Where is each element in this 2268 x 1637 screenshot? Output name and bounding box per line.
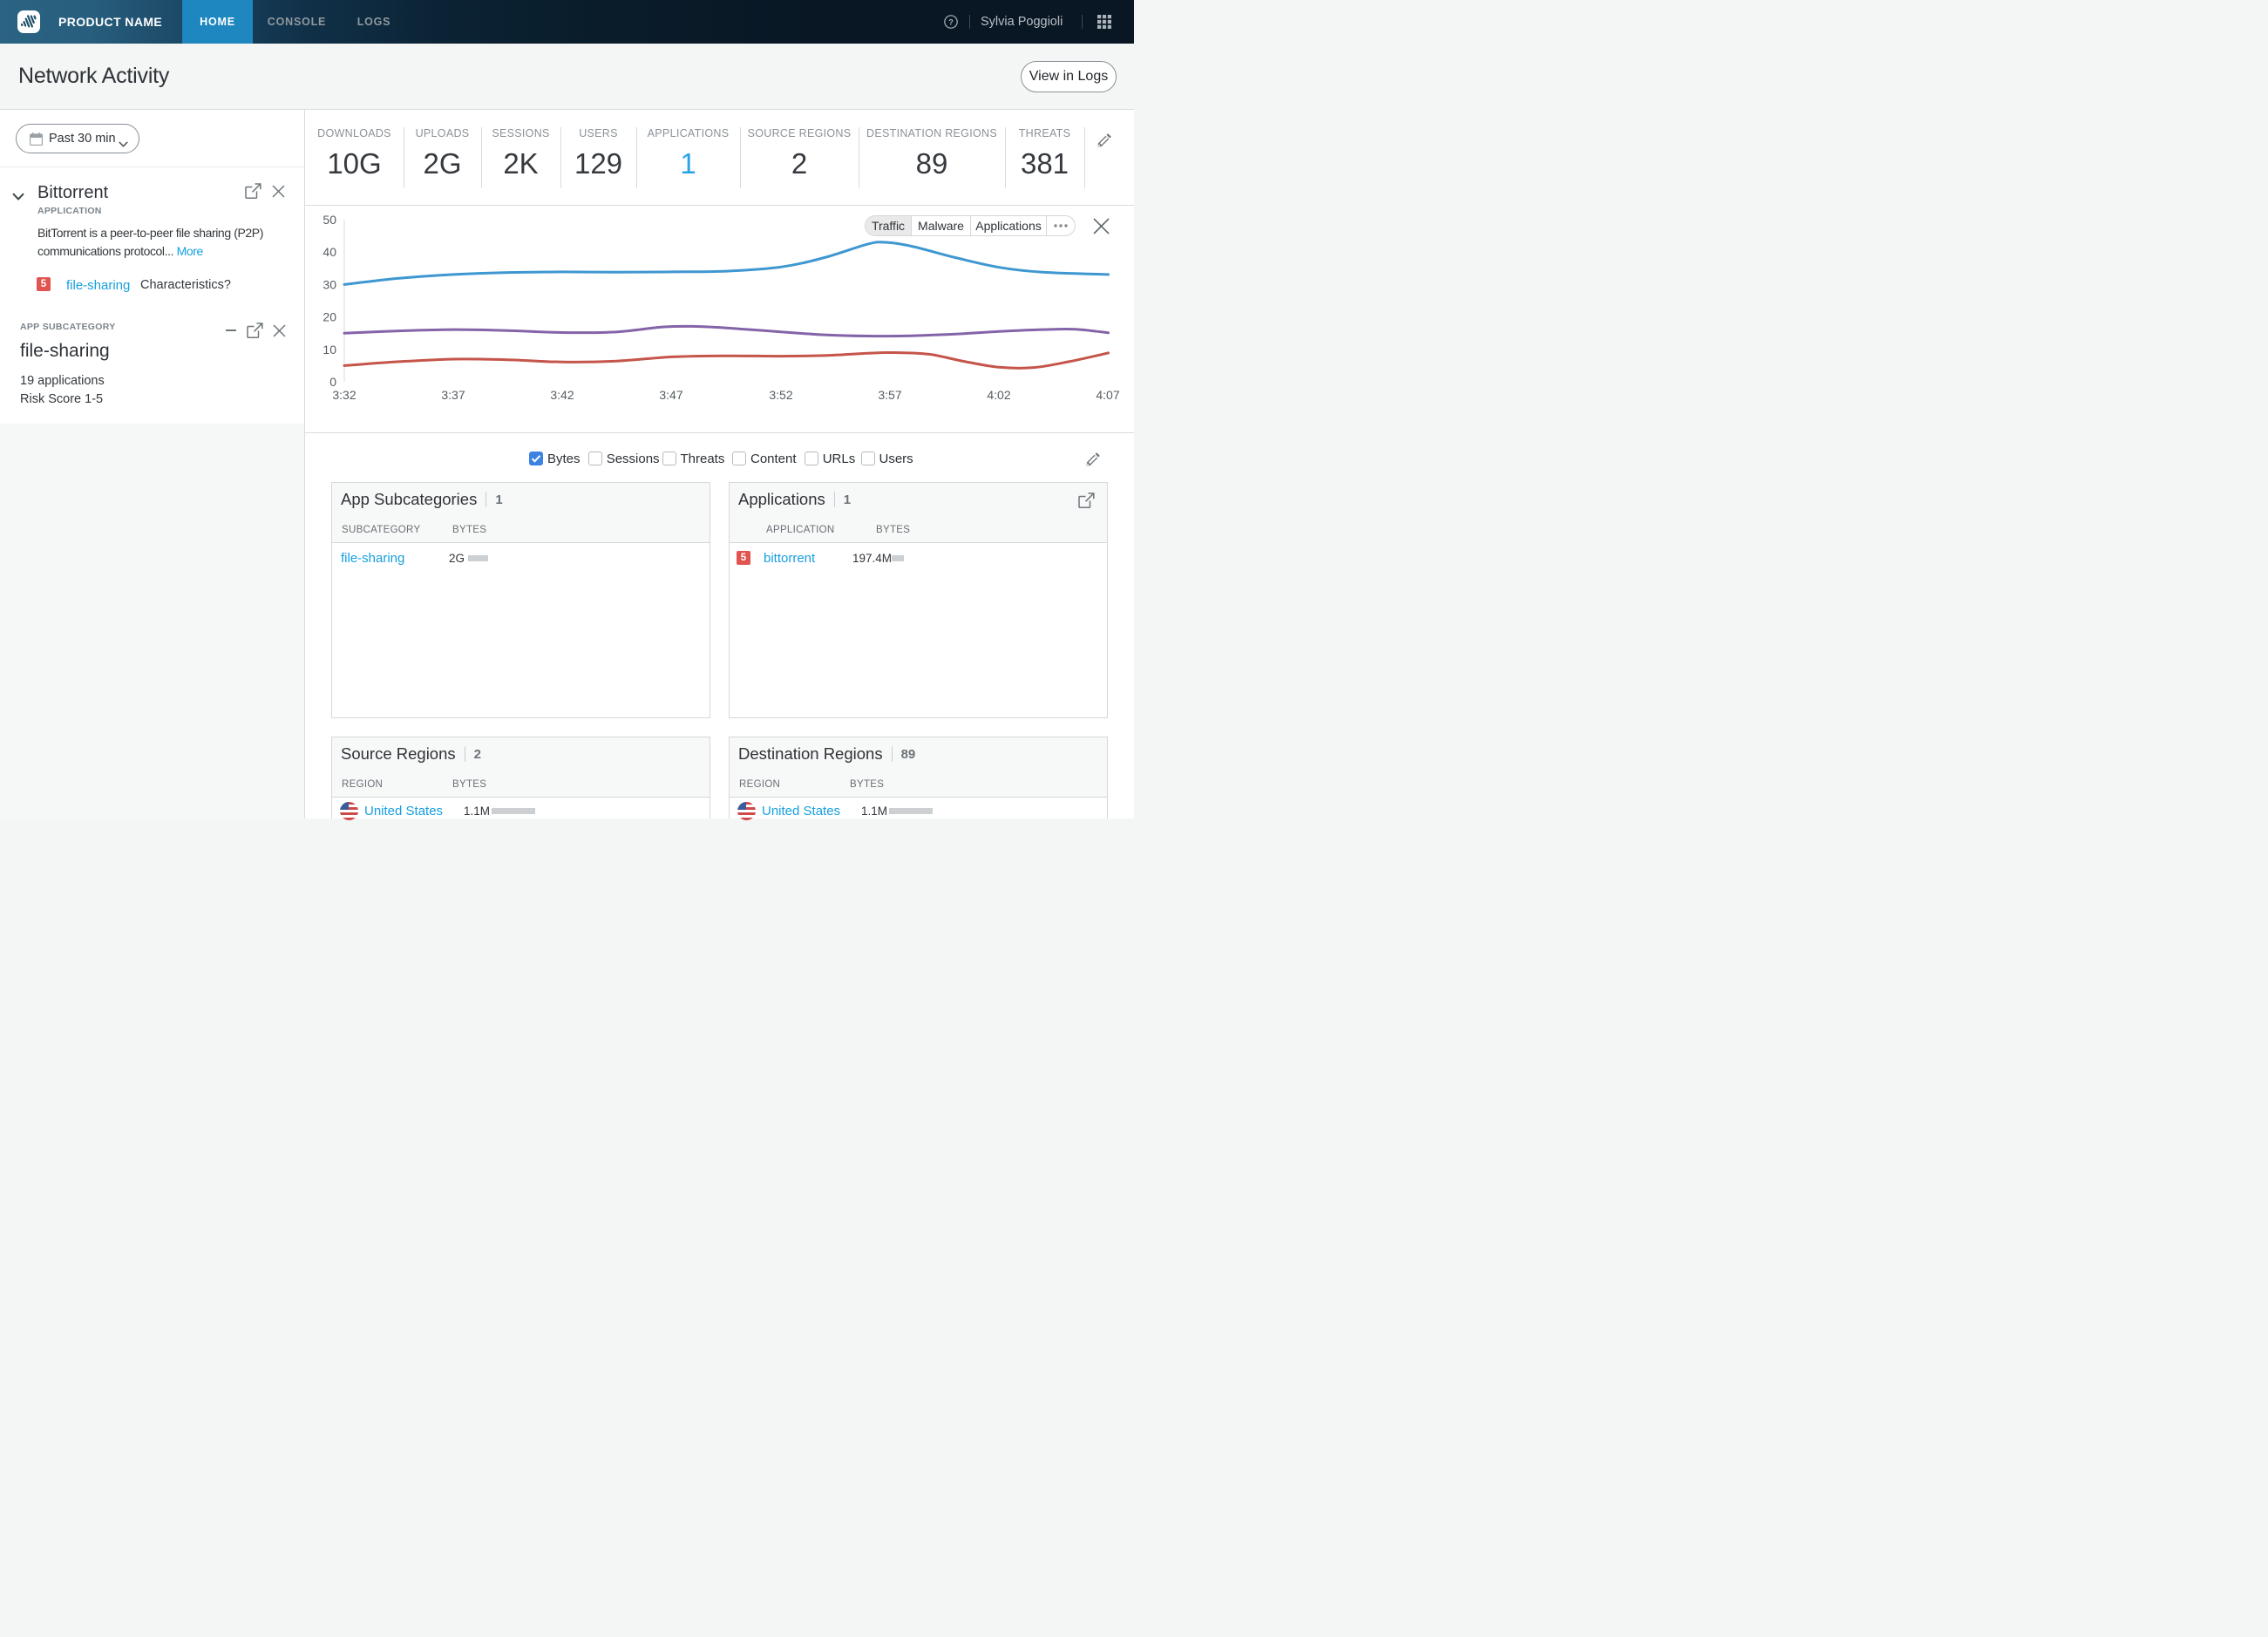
svg-text:3:57: 3:57 (878, 388, 901, 402)
svg-text:3:52: 3:52 (769, 388, 792, 402)
svg-text:50: 50 (323, 213, 336, 227)
svg-text:40: 40 (323, 245, 336, 259)
svg-text:10: 10 (323, 343, 336, 357)
svg-text:4:07: 4:07 (1096, 388, 1119, 402)
svg-text:?: ? (948, 17, 954, 26)
svg-text:20: 20 (323, 310, 336, 324)
svg-text:30: 30 (323, 277, 336, 291)
svg-text:3:47: 3:47 (659, 388, 682, 402)
svg-text:3:42: 3:42 (550, 388, 574, 402)
svg-text:4:02: 4:02 (987, 388, 1010, 402)
svg-text:3:32: 3:32 (332, 388, 356, 402)
svg-text:3:37: 3:37 (441, 388, 465, 402)
svg-text:0: 0 (329, 375, 336, 389)
